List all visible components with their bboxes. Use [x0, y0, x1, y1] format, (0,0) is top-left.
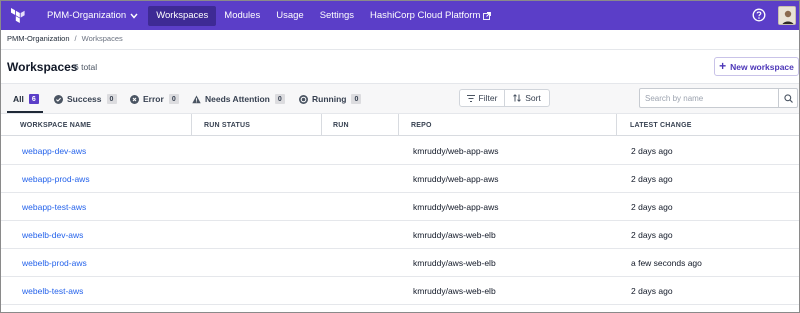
- repo-cell: kmruddy/web-app-aws: [413, 202, 499, 212]
- external-link-icon: [483, 11, 492, 20]
- latest-change-cell: 2 days ago: [631, 174, 673, 184]
- tab-all[interactable]: All 6: [13, 84, 39, 114]
- breadcrumb-org[interactable]: PMM-Organization: [7, 34, 70, 43]
- sort-label: Sort: [525, 93, 541, 103]
- new-workspace-label: New workspace: [730, 61, 794, 72]
- filter-label: Filter: [478, 93, 498, 103]
- workspace-name-link[interactable]: webapp-prod-aws: [22, 165, 90, 193]
- breadcrumb-separator: /: [74, 34, 77, 43]
- tab-error-count: 0: [168, 94, 179, 104]
- app-frame: PMM-Organization Workspaces Modules Usag…: [0, 0, 800, 313]
- table-row[interactable]: webapp-prod-aws kmruddy/web-app-aws 2 da…: [1, 165, 799, 193]
- workspace-name-link[interactable]: webelb-dev-aws: [22, 221, 83, 249]
- filter-sort-group: Filter Sort: [459, 89, 550, 107]
- org-switcher-label: PMM-Organization: [47, 10, 127, 21]
- tab-all-count: 6: [28, 94, 39, 104]
- breadcrumb-current: Workspaces: [81, 34, 123, 43]
- header-latest-change[interactable]: LATEST CHANGE: [630, 114, 692, 136]
- table-row[interactable]: webelb-prod-aws kmruddy/aws-web-elb a fe…: [1, 249, 799, 277]
- repo-cell: kmruddy/aws-web-elb: [413, 230, 496, 240]
- filter-icon: [466, 94, 475, 102]
- warning-icon: [192, 95, 201, 104]
- table-header: WORKSPACE NAME RUN STATUS RUN REPO LATES…: [1, 114, 799, 136]
- breadcrumb: PMM-Organization / Workspaces: [7, 34, 123, 43]
- tab-all-label: All: [13, 94, 24, 104]
- chevron-down-icon: [130, 13, 138, 19]
- search-icon: [783, 93, 793, 103]
- workspace-name-link[interactable]: webelb-prod-aws: [22, 249, 87, 277]
- filter-button[interactable]: Filter: [460, 90, 504, 106]
- nav-hcp[interactable]: HashiCorp Cloud Platform: [362, 6, 499, 26]
- nav-modules-label: Modules: [224, 10, 261, 21]
- page-title: Workspaces: [7, 60, 78, 74]
- tab-success[interactable]: Success 0: [54, 84, 117, 114]
- nav-links: Workspaces Modules Usage Settings HashiC…: [148, 1, 499, 30]
- nav-settings[interactable]: Settings: [312, 6, 362, 26]
- latest-change-cell: 2 days ago: [631, 230, 673, 240]
- avatar[interactable]: [778, 6, 796, 25]
- table-row[interactable]: webelb-test-aws kmruddy/aws-web-elb 2 da…: [1, 277, 799, 305]
- nav-modules[interactable]: Modules: [216, 6, 268, 26]
- tab-success-count: 0: [106, 94, 117, 104]
- latest-change-cell: a few seconds ago: [631, 258, 702, 268]
- table-row[interactable]: webelb-dev-aws kmruddy/aws-web-elb 2 day…: [1, 221, 799, 249]
- terraform-logo-icon[interactable]: [1, 1, 35, 30]
- nav-hcp-label: HashiCorp Cloud Platform: [370, 10, 481, 21]
- repo-cell: kmruddy/web-app-aws: [413, 146, 499, 156]
- tab-needs-attention-label: Needs Attention: [205, 94, 270, 104]
- tab-running-count: 0: [351, 94, 362, 104]
- workspace-count: 6 total: [74, 62, 98, 72]
- nav-usage-label: Usage: [276, 10, 304, 21]
- workspace-name-link[interactable]: webapp-dev-aws: [22, 137, 86, 165]
- column-divider: [191, 114, 192, 136]
- column-divider: [616, 114, 617, 136]
- table-row[interactable]: webapp-test-aws kmruddy/web-app-aws 2 da…: [1, 193, 799, 221]
- latest-change-cell: 2 days ago: [631, 202, 673, 212]
- sort-button[interactable]: Sort: [504, 90, 549, 106]
- workspace-name-link[interactable]: webelb-test-aws: [22, 277, 83, 305]
- nav-usage[interactable]: Usage: [268, 6, 311, 26]
- header-run-status[interactable]: RUN STATUS: [204, 114, 250, 136]
- workspace-name-link[interactable]: webapp-test-aws: [22, 193, 86, 221]
- latest-change-cell: 2 days ago: [631, 286, 673, 296]
- header-workspace-name[interactable]: WORKSPACE NAME: [20, 114, 91, 136]
- help-icon[interactable]: [752, 8, 766, 22]
- tab-success-label: Success: [67, 94, 102, 104]
- search-button[interactable]: [778, 89, 797, 107]
- repo-cell: kmruddy/aws-web-elb: [413, 258, 496, 268]
- tab-needs-attention-count: 0: [274, 94, 285, 104]
- tab-running-label: Running: [312, 94, 347, 104]
- nav-workspaces[interactable]: Workspaces: [148, 5, 217, 26]
- plus-icon: +: [719, 59, 727, 73]
- nav-settings-label: Settings: [319, 10, 355, 21]
- repo-cell: kmruddy/aws-web-elb: [413, 286, 496, 296]
- tab-active-indicator: [7, 111, 43, 113]
- running-icon: [299, 94, 308, 104]
- tab-error-label: Error: [143, 94, 164, 104]
- divider: [1, 49, 799, 50]
- x-circle-icon: [130, 94, 139, 104]
- search-input[interactable]: [640, 89, 778, 107]
- tab-running[interactable]: Running 0: [299, 84, 362, 114]
- column-divider: [321, 114, 322, 136]
- nav-workspaces-label: Workspaces: [156, 10, 209, 21]
- tab-needs-attention[interactable]: Needs Attention 0: [192, 84, 285, 114]
- repo-cell: kmruddy/web-app-aws: [413, 174, 499, 184]
- new-workspace-button[interactable]: + New workspace: [714, 57, 799, 76]
- latest-change-cell: 2 days ago: [631, 146, 673, 156]
- tab-error[interactable]: Error 0: [130, 84, 179, 114]
- top-nav: PMM-Organization Workspaces Modules Usag…: [1, 1, 799, 30]
- org-switcher[interactable]: PMM-Organization: [47, 10, 138, 21]
- table-row[interactable]: webapp-dev-aws kmruddy/web-app-aws 2 day…: [1, 137, 799, 165]
- search-box: [639, 88, 798, 108]
- header-repo[interactable]: REPO: [411, 114, 432, 136]
- sort-icon: [513, 94, 522, 102]
- column-divider: [398, 114, 399, 136]
- header-run[interactable]: RUN: [333, 114, 349, 136]
- check-circle-icon: [54, 94, 63, 104]
